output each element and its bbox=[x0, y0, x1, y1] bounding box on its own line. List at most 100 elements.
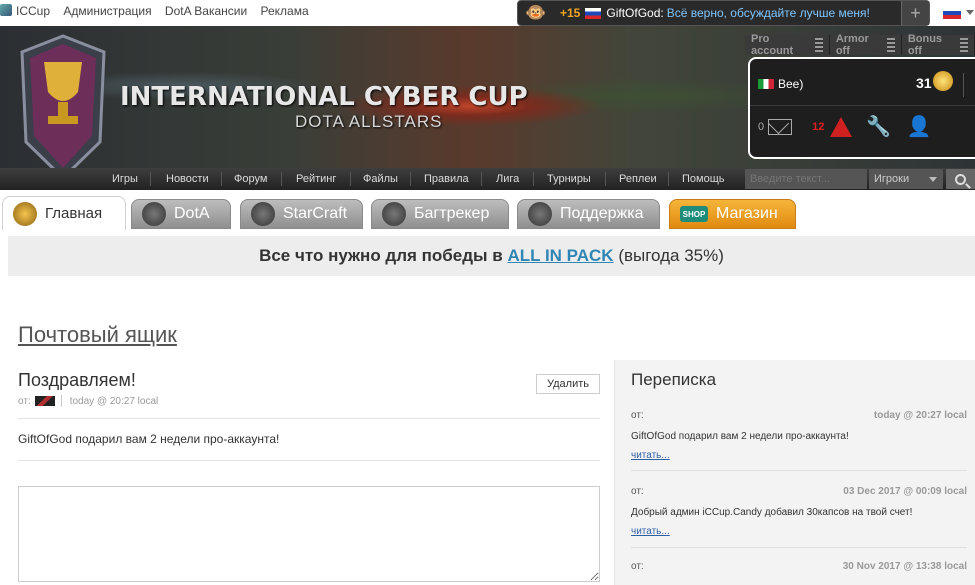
account-more[interactable] bbox=[963, 73, 975, 97]
notification-add-button[interactable]: + bbox=[901, 1, 929, 25]
account-actions: 0 12 🔧 👤 bbox=[758, 115, 934, 139]
promo-lead: Все что нужно для победы в bbox=[259, 246, 503, 265]
conversation-text: Добрый админ iCCup.Candy добавил 30капсо… bbox=[631, 507, 913, 518]
italy-flag-icon bbox=[758, 79, 774, 89]
promo-tail: (выгода 35%) bbox=[618, 246, 724, 265]
nav-item-forum[interactable]: Форум bbox=[234, 173, 267, 185]
promo-banner: Все что нужно для победы в ALL IN PACK (… bbox=[8, 236, 975, 276]
nav-item-rules[interactable]: Правила bbox=[424, 173, 469, 185]
toggle-icon bbox=[815, 38, 823, 52]
nav-item-help[interactable]: Помощь bbox=[682, 173, 725, 185]
search-icon bbox=[955, 173, 966, 185]
monkey-avatar-icon: 🐵 bbox=[525, 3, 547, 22]
tab-home[interactable]: Главная bbox=[2, 196, 126, 230]
tab-bugtracker[interactable]: Багтрекер bbox=[371, 199, 509, 229]
mail-icon[interactable] bbox=[768, 119, 793, 135]
divider bbox=[750, 105, 975, 106]
dota-icon bbox=[142, 202, 166, 226]
main-tabs: Главная DotA StarCraft Багтрекер Поддерж… bbox=[0, 194, 975, 230]
message-subject: Поздравляем! bbox=[18, 370, 136, 390]
wrench-icon[interactable]: 🔧 bbox=[866, 115, 891, 139]
search-scope-select[interactable]: Игроки bbox=[869, 169, 943, 189]
account-username[interactable]: Bee) bbox=[778, 77, 803, 91]
nav-separator bbox=[533, 172, 534, 186]
notification-bar[interactable]: 🐵 +15 GiftOfGod: Всё верно, обсуждайте л… bbox=[517, 0, 930, 26]
nav-item-games[interactable]: Игры bbox=[112, 173, 138, 185]
nav-item-league[interactable]: Лига bbox=[496, 173, 519, 185]
coins-icon[interactable] bbox=[933, 71, 953, 91]
reply-textarea[interactable] bbox=[18, 486, 600, 582]
iccup-logo-icon[interactable] bbox=[14, 32, 112, 182]
from-label: от: bbox=[18, 395, 31, 407]
nav-separator bbox=[410, 172, 411, 186]
divider bbox=[631, 470, 967, 471]
bugtracker-icon bbox=[382, 202, 406, 226]
top-link-vacancies[interactable]: DotA Вакансии bbox=[165, 4, 247, 18]
tab-shop[interactable]: SHOP Магазин bbox=[669, 199, 796, 229]
divider bbox=[18, 418, 600, 419]
account-tabs: Pro account Armor off Bonus off bbox=[745, 33, 975, 57]
read-link[interactable]: читать... bbox=[631, 526, 670, 537]
page-title[interactable]: Почтовый ящик bbox=[18, 322, 177, 348]
banner-title: INTERNATIONAL CYBER CUP bbox=[120, 82, 528, 112]
nav-item-replays[interactable]: Реплеи bbox=[619, 173, 657, 185]
chevron-down-icon[interactable] bbox=[966, 10, 974, 15]
search-button[interactable] bbox=[946, 169, 975, 189]
nav-item-files[interactable]: Файлы bbox=[363, 173, 398, 185]
nav-item-tournaments[interactable]: Турниры bbox=[547, 173, 591, 185]
conversation-from: от: bbox=[631, 486, 644, 497]
nav-separator bbox=[605, 172, 606, 186]
sender-avatar[interactable] bbox=[34, 396, 55, 406]
tab-pro-account[interactable]: Pro account bbox=[745, 33, 830, 57]
conversation-time: 30 Nov 2017 @ 13:38 local bbox=[842, 561, 967, 572]
nav-separator bbox=[481, 172, 482, 186]
iccup-icon bbox=[0, 4, 12, 16]
banner-subtitle: DOTA ALLSTARS bbox=[295, 112, 443, 131]
notification-points: +15 bbox=[560, 6, 581, 20]
alert-count: 12 bbox=[812, 121, 825, 133]
notification-nick[interactable]: GiftOfGod: bbox=[606, 6, 663, 20]
language-flag-icon[interactable] bbox=[943, 7, 961, 19]
gear-icon bbox=[528, 202, 552, 226]
tab-support[interactable]: Поддержка bbox=[517, 199, 660, 229]
conversation-from: от: bbox=[631, 561, 644, 572]
toggle-icon bbox=[887, 38, 895, 52]
tab-dota[interactable]: DotA bbox=[131, 199, 231, 229]
nav-separator bbox=[221, 172, 222, 186]
nav-separator bbox=[150, 172, 151, 186]
divider bbox=[60, 395, 62, 407]
users-icon[interactable]: 👤 bbox=[904, 116, 934, 138]
nav-separator bbox=[350, 172, 351, 186]
conversation-sidebar: Переписка от: today @ 20:27 local GiftOf… bbox=[614, 360, 975, 585]
account-panel: Bee) 31 0 12 🔧 👤 bbox=[748, 57, 975, 159]
starcraft-icon bbox=[251, 202, 275, 226]
search-input[interactable] bbox=[745, 169, 867, 189]
nav-separator bbox=[668, 172, 669, 186]
delete-button[interactable]: Удалить bbox=[536, 374, 600, 394]
conversation-text: GiftOfGod подарил вам 2 недели про-аккау… bbox=[631, 431, 849, 442]
account-money: 31 bbox=[916, 75, 932, 91]
shop-icon: SHOP bbox=[680, 206, 708, 222]
conversation-time: today @ 20:27 local bbox=[873, 410, 967, 421]
divider bbox=[631, 547, 967, 548]
mail-count: 0 bbox=[758, 121, 765, 133]
read-link[interactable]: читать... bbox=[631, 450, 670, 461]
nav-item-rating[interactable]: Рейтинг bbox=[296, 173, 336, 185]
promo-link[interactable]: ALL IN PACK bbox=[507, 246, 613, 265]
tab-starcraft[interactable]: StarCraft bbox=[240, 199, 363, 229]
notification-message[interactable]: Всё верно, обсуждайте лучше меня! bbox=[667, 6, 870, 20]
top-link-ads[interactable]: Реклама bbox=[261, 4, 309, 18]
nav-item-news[interactable]: Новости bbox=[166, 173, 209, 185]
account-user[interactable]: Bee) bbox=[758, 77, 803, 91]
tab-bonus[interactable]: Bonus off bbox=[901, 33, 975, 57]
warning-icon[interactable] bbox=[830, 117, 853, 137]
message-time: today @ 20:27 local bbox=[69, 395, 159, 407]
trophy-icon bbox=[13, 201, 37, 226]
divider bbox=[18, 460, 600, 461]
sidebar-title: Переписка bbox=[631, 370, 717, 389]
russia-flag-icon bbox=[585, 7, 602, 19]
top-link-admin[interactable]: Администрация bbox=[63, 4, 151, 18]
top-link-iccup[interactable]: ICCup bbox=[0, 4, 50, 18]
tab-armor[interactable]: Armor off bbox=[829, 33, 902, 57]
nav-separator bbox=[281, 172, 282, 186]
